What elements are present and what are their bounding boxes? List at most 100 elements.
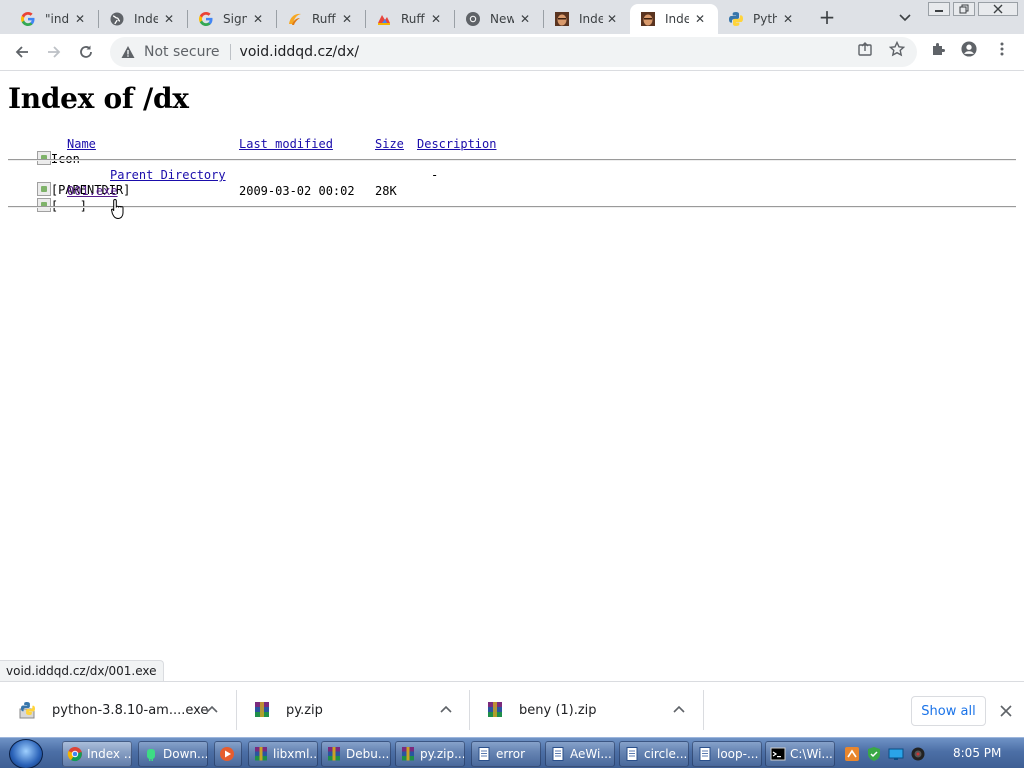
taskbar-button-media[interactable] [214,741,242,767]
forward-button[interactable] [44,42,64,62]
tab-3[interactable]: Sign ✕ [188,4,276,34]
warning-icon[interactable] [120,44,136,60]
taskbar-button-downloads[interactable]: Down... [138,741,208,767]
close-icon[interactable]: ✕ [250,11,266,27]
chevron-up-icon[interactable] [205,702,219,716]
close-icon[interactable] [998,703,1014,719]
sort-by-description-link[interactable]: Description [417,137,496,151]
sort-by-name-link[interactable]: Name [67,137,96,151]
url-text[interactable]: void.iddqd.cz/dx/ [240,44,360,60]
taskbar-label: py.zip... [420,747,465,761]
omnibox-divider [229,44,231,60]
download-separator [703,690,704,730]
divider-top [8,159,1016,161]
taskbar-button-aewi[interactable]: AeWi... [545,741,615,767]
taskbar-button-debug[interactable]: Debu... [321,741,391,767]
download-filename: beny (1).zip [519,702,597,718]
close-icon[interactable]: ✕ [161,11,177,27]
portrait-icon [640,11,656,27]
tab-title: New [490,12,514,26]
tab-title: "ind [45,12,69,26]
new-tab-button[interactable]: + [815,6,839,28]
download-item-1[interactable]: python-3.8.10-am....exe [18,682,236,738]
ruffle-color-icon [376,11,392,27]
tab-8-active[interactable]: Inde ✕ [630,4,718,34]
winrar-icon [400,746,416,762]
taskbar-label: libxml... [273,747,318,761]
profile-avatar-icon[interactable] [961,41,977,57]
sort-by-last-modified-link[interactable]: Last modified [239,137,333,151]
download-item-3[interactable]: beny (1).zip [485,682,702,738]
taskbar-button-loop[interactable]: loop-... [692,741,762,767]
back-button[interactable] [12,42,32,62]
close-icon[interactable]: ✕ [780,11,796,27]
close-icon[interactable]: ✕ [692,11,708,27]
taskbar-button-libxml[interactable]: libxml... [248,741,318,767]
restore-button[interactable] [953,2,975,16]
tab-7[interactable]: Inde ✕ [544,4,630,34]
taskbar-label: Debu... [346,747,390,761]
taskbar-button-cmd[interactable]: C:\Wi... [765,741,835,767]
taskbar-button-error[interactable]: error [471,741,541,767]
display-icon[interactable] [888,746,904,762]
android-icon [143,746,159,762]
close-icon[interactable]: ✕ [72,11,88,27]
kebab-menu-icon[interactable] [994,41,1010,57]
file-link-001-exe[interactable]: 001.exe [67,184,118,198]
tab-9[interactable]: Pyth ✕ [718,4,806,34]
page-title: Index of /dx [8,82,189,115]
tab-title: Sign [223,12,247,26]
tab-strip: "ind ✕ Inde ✕ Sign ✕ Ruff ✕ Ruff ✕ New ✕… [0,0,1024,34]
download-item-2[interactable]: py.zip [252,682,469,738]
tab-title: Pyth [753,12,777,26]
taskbar-label: Index ... [87,747,132,761]
tab-title: Inde [665,12,689,26]
close-icon[interactable]: ✕ [339,11,355,27]
python-installer-icon [18,700,38,720]
close-window-button[interactable] [978,2,1018,16]
sort-by-size-link[interactable]: Size [375,137,404,151]
taskbar-button-circle[interactable]: circle... [619,741,689,767]
extensions-puzzle-icon[interactable] [930,41,946,57]
tab-4[interactable]: Ruff ✕ [277,4,365,34]
google-g-icon [20,11,36,27]
link-status-bubble: void.iddqd.cz/dx/001.exe [0,660,164,681]
chevron-up-icon[interactable] [439,702,453,716]
close-icon[interactable]: ✕ [517,11,533,27]
speaker-icon[interactable] [910,746,926,762]
taskbar-clock[interactable]: 8:05 PM [953,746,1001,760]
close-icon[interactable]: ✕ [428,11,444,27]
close-icon[interactable]: ✕ [604,11,620,27]
app-tray-icon[interactable] [844,746,860,762]
winrar-icon [253,746,269,762]
parent-directory-link[interactable]: Parent Directory [110,168,226,182]
tab-6[interactable]: New ✕ [455,4,543,34]
address-bar[interactable]: Not secure void.iddqd.cz/dx/ [110,37,917,67]
security-label[interactable]: Not secure [144,44,220,60]
notepad-icon [697,746,713,762]
windows-orb-icon [9,738,43,768]
forward-arrow-icon [48,46,61,58]
taskbar-button-py-zip[interactable]: py.zip... [395,741,465,767]
share-icon[interactable] [857,41,873,57]
bookmark-star-icon[interactable] [889,41,905,57]
taskbar-button-chrome[interactable]: Index ... [62,741,132,767]
chevron-up-icon[interactable] [672,702,686,716]
tab-1[interactable]: "ind ✕ [10,4,98,34]
taskbar-label: loop-... [717,747,759,761]
tab-search-chevron-icon[interactable] [896,8,914,26]
winrar-icon [485,700,505,720]
minimize-button[interactable] [928,2,950,16]
tab-2[interactable]: Inde ✕ [99,4,187,34]
google-g-icon [198,11,214,27]
show-all-downloads-button[interactable]: Show all [911,696,986,726]
reload-icon [80,45,92,58]
reload-button[interactable] [76,42,96,62]
file-icon [36,198,51,212]
taskbar-label: C:\Wi... [790,747,833,761]
security-shield-icon[interactable] [866,746,882,762]
tab-5[interactable]: Ruff ✕ [366,4,454,34]
tab-title: Inde [579,12,603,26]
start-button[interactable] [6,738,46,768]
taskbar-label: error [496,747,526,761]
